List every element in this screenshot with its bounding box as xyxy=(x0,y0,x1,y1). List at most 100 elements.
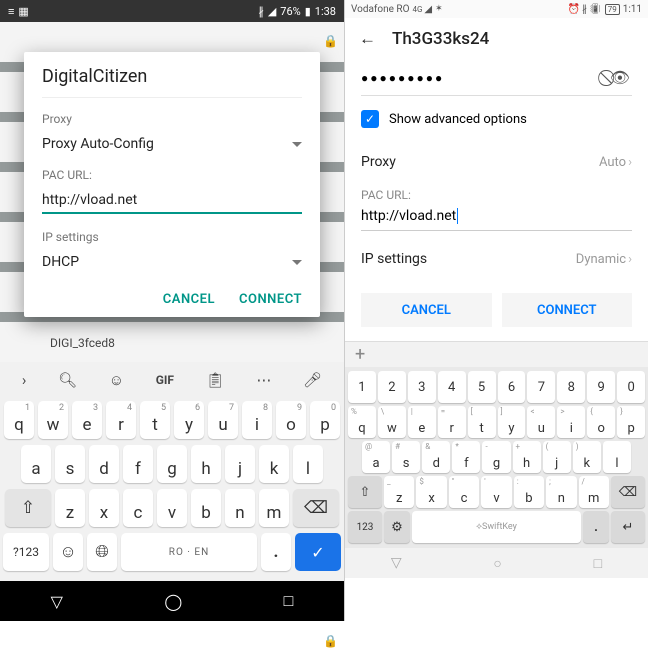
key-y[interactable]: y] xyxy=(498,406,526,438)
key-k[interactable]: k xyxy=(259,445,289,483)
cancel-button[interactable]: CANCEL xyxy=(163,292,215,307)
key-f[interactable]: f* xyxy=(452,441,480,473)
backspace-key[interactable]: ⌫ xyxy=(293,489,339,527)
enter-key[interactable]: ↵ xyxy=(611,511,645,543)
recents-button[interactable]: □ xyxy=(284,591,294,611)
shift-key[interactable]: ⇧ xyxy=(5,489,51,527)
key-r[interactable]: r4 xyxy=(106,401,136,439)
plus-icon[interactable]: + xyxy=(355,344,365,365)
key-a[interactable]: a@ xyxy=(362,441,390,473)
back-button[interactable]: ▽ xyxy=(51,592,63,611)
globe-key[interactable]: 🌐︎ xyxy=(87,533,117,571)
pac-url-input[interactable] xyxy=(42,188,302,214)
key-b[interactable]: b: xyxy=(514,476,544,508)
key-c[interactable]: c xyxy=(123,489,153,527)
key-5[interactable]: 5 xyxy=(468,371,496,403)
key-s[interactable]: s# xyxy=(392,441,420,473)
key-4[interactable]: 4 xyxy=(438,371,466,403)
key-q[interactable]: q1 xyxy=(4,401,34,439)
key-x[interactable]: x xyxy=(89,489,119,527)
key-6[interactable]: 6 xyxy=(498,371,526,403)
key-d[interactable]: d& xyxy=(422,441,450,473)
key-p[interactable]: p} xyxy=(617,406,645,438)
key-m[interactable]: m xyxy=(259,489,289,527)
key-3[interactable]: 3 xyxy=(408,371,436,403)
key-q[interactable]: q% xyxy=(348,406,376,438)
key-u[interactable]: u7 xyxy=(208,401,238,439)
proxy-row[interactable]: Proxy Auto› xyxy=(361,142,632,182)
key-n[interactable]: n xyxy=(225,489,255,527)
sticker-icon[interactable]: ☺ xyxy=(109,371,124,389)
pac-url-input[interactable]: http://vload.net xyxy=(361,202,632,231)
key-t[interactable]: t[ xyxy=(468,406,496,438)
key-1[interactable]: 1 xyxy=(348,371,376,403)
shift-key[interactable]: ⇧ xyxy=(348,476,382,508)
gif-button[interactable]: GIF xyxy=(156,373,174,387)
more-icon[interactable]: ⋯ xyxy=(256,371,271,389)
key-w[interactable]: w2 xyxy=(38,401,68,439)
key-n[interactable]: n; xyxy=(546,476,576,508)
key-p[interactable]: p0 xyxy=(310,401,340,439)
password-field[interactable]: ●●●●●●●●● xyxy=(361,71,444,85)
key-l[interactable]: l xyxy=(293,445,323,483)
backspace-key[interactable]: ⌫ xyxy=(611,476,645,508)
enter-key[interactable]: ✓ xyxy=(295,533,341,571)
key-r[interactable]: r= xyxy=(438,406,466,438)
ip-settings-select[interactable]: DHCP xyxy=(42,254,302,270)
key-m[interactable]: m/ xyxy=(579,476,609,508)
key-e[interactable]: e| xyxy=(408,406,436,438)
key-k[interactable]: k) xyxy=(573,441,601,473)
key-h[interactable]: h+ xyxy=(513,441,541,473)
search-icon[interactable]: 🔍︎ xyxy=(58,371,77,389)
key-g[interactable]: g xyxy=(157,445,187,483)
space-key[interactable]: ⟡ SwiftKey xyxy=(412,511,581,543)
key-l[interactable]: l xyxy=(603,441,631,473)
key-o[interactable]: o9 xyxy=(276,401,306,439)
key-s[interactable]: s xyxy=(55,445,85,483)
key-y[interactable]: y6 xyxy=(174,401,204,439)
cancel-button[interactable]: CANCEL xyxy=(361,293,492,327)
symbols-key[interactable]: ?123 xyxy=(3,533,49,571)
key-z[interactable]: z_ xyxy=(384,476,414,508)
ip-settings-row[interactable]: IP settings Dynamic› xyxy=(361,239,632,279)
key-7[interactable]: 7 xyxy=(527,371,555,403)
key-i[interactable]: i8 xyxy=(242,401,272,439)
key-a[interactable]: a xyxy=(21,445,51,483)
key-9[interactable]: 9 xyxy=(587,371,615,403)
key-8[interactable]: 8 xyxy=(557,371,585,403)
connect-button[interactable]: CONNECT xyxy=(502,293,633,327)
back-button[interactable]: ▽ xyxy=(391,555,402,571)
key-u[interactable]: u< xyxy=(527,406,555,438)
key-w[interactable]: w\ xyxy=(378,406,406,438)
key-j[interactable]: j( xyxy=(543,441,571,473)
key-i[interactable]: i> xyxy=(557,406,585,438)
show-advanced-row[interactable]: ✓ Show advanced options xyxy=(361,110,632,128)
key-j[interactable]: j xyxy=(225,445,255,483)
key-t[interactable]: t5 xyxy=(140,401,170,439)
key-z[interactable]: z xyxy=(55,489,85,527)
home-button[interactable]: ○ xyxy=(493,555,501,572)
key-d[interactable]: d xyxy=(89,445,119,483)
key-b[interactable]: b xyxy=(191,489,221,527)
symbols-key[interactable]: 123 xyxy=(348,511,382,543)
recents-button[interactable]: □ xyxy=(594,555,602,572)
period-key[interactable]: . xyxy=(583,511,609,543)
key-e[interactable]: e3 xyxy=(72,401,102,439)
key-f[interactable]: f xyxy=(123,445,153,483)
key-o[interactable]: o{ xyxy=(587,406,615,438)
clipboard-icon[interactable]: 📋︎ xyxy=(206,371,225,389)
connect-button[interactable]: CONNECT xyxy=(239,292,302,307)
emoji-key[interactable]: ☺ xyxy=(53,533,83,571)
key-c[interactable]: c" xyxy=(449,476,479,508)
space-key[interactable]: RO · EN xyxy=(121,533,257,571)
visibility-off-icon[interactable]: 👁⃠ xyxy=(610,68,632,87)
period-key[interactable]: . xyxy=(261,533,291,571)
mic-icon[interactable]: 🎤︎ xyxy=(303,371,322,389)
key-v[interactable]: v xyxy=(157,489,187,527)
key-v[interactable]: v' xyxy=(481,476,511,508)
home-button[interactable]: ◯ xyxy=(164,592,182,611)
key-2[interactable]: 2 xyxy=(378,371,406,403)
chevron-right-icon[interactable]: › xyxy=(22,371,27,389)
key-0[interactable]: 0 xyxy=(617,371,645,403)
settings-key[interactable]: ⚙ xyxy=(384,511,410,543)
